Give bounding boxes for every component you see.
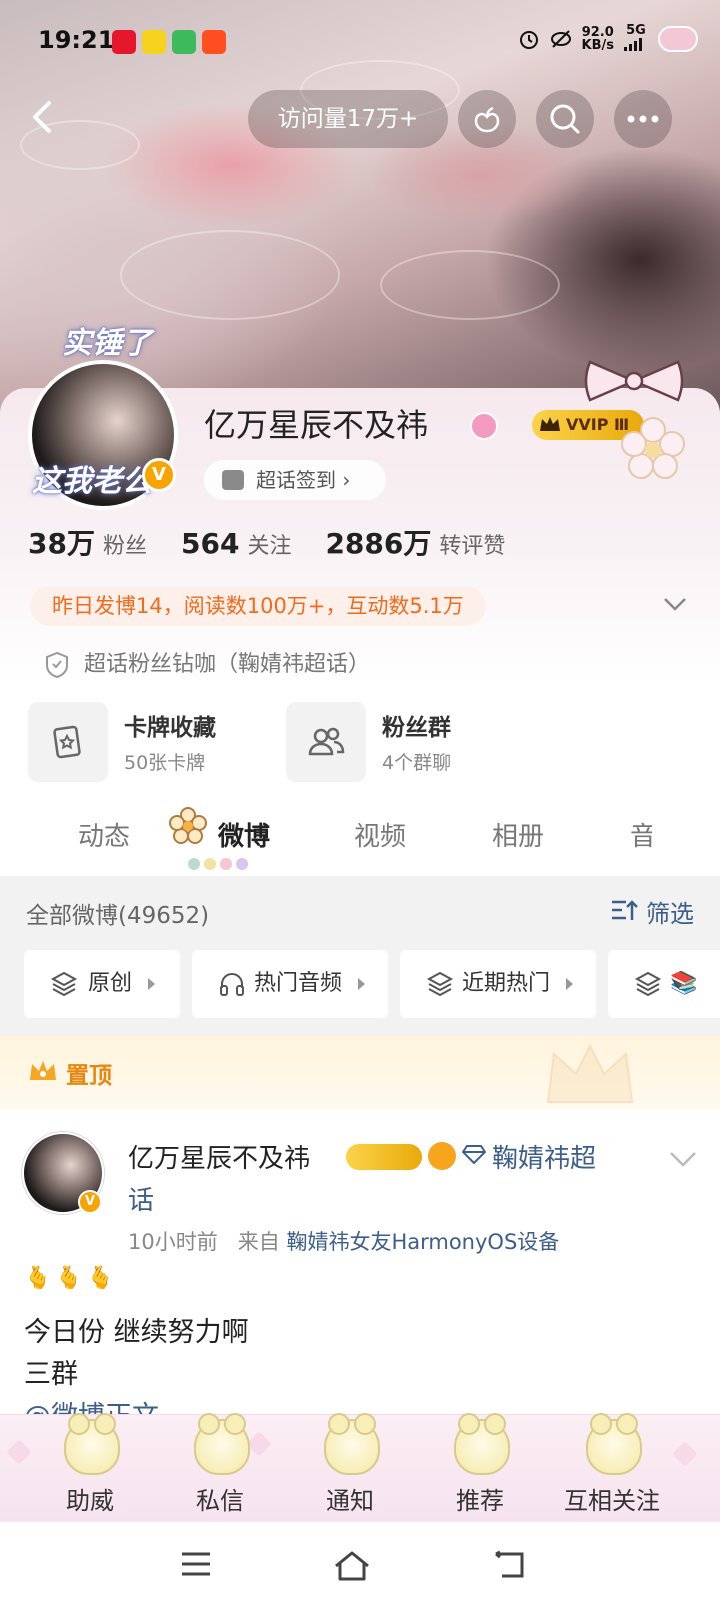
yesterday-summary[interactable]: 昨日发博14，阅读数100万+，互动数5.1万 <box>30 586 486 626</box>
calendar-icon <box>222 470 244 490</box>
notify-button[interactable]: 通知 <box>290 1413 410 1523</box>
crown-icon <box>30 1061 56 1080</box>
bear-icon <box>454 1413 510 1475</box>
feed-header: 全部微博(49652) 筛选 <box>0 876 720 946</box>
fish-badge-icon[interactable] <box>428 1142 456 1170</box>
stat-reposts-comments-likes[interactable]: 2886万 转评赞 <box>325 522 505 562</box>
post-text-line: 今日份 继续努力啊 <box>24 1317 249 1348</box>
more-icon <box>627 115 659 123</box>
layers-icon <box>426 971 454 997</box>
fan-groups[interactable]: 粉丝群 4个群聊 <box>286 702 526 782</box>
post-author[interactable]: 亿万星辰不及祎 <box>128 1138 310 1175</box>
message-button[interactable]: 私信 <box>160 1413 280 1523</box>
post-emojis: 🫰🫰🫰 <box>24 1266 119 1291</box>
group-icon <box>308 727 345 756</box>
bottom-action-bar: 助威 私信 通知 推荐 互相关注 <box>0 1413 720 1523</box>
post-card[interactable]: V 亿万星辰不及祎 鞠婧祎超 话 10小时前 来自 鞠婧祎女友HarmonyOS… <box>0 1110 720 1414</box>
tab-videos[interactable]: 视频 <box>354 816 406 853</box>
profile-stats: 38万 粉丝 564 关注 2886万 转评赞 <box>28 522 505 562</box>
status-time: 19:21 <box>38 26 115 54</box>
bilibili-tv-icon <box>142 30 166 54</box>
tab-audio[interactable]: 音 <box>630 816 652 853</box>
home-icon[interactable] <box>332 1550 372 1582</box>
bear-icon <box>324 1413 380 1475</box>
weibo-icon <box>112 30 136 54</box>
search-icon <box>550 104 580 134</box>
bear-icon <box>64 1413 120 1475</box>
profile-username: 亿万星辰不及祎 <box>204 406 429 444</box>
profile-tabs: 动态 微博 视频 相册 音 <box>0 800 720 876</box>
superfan-title[interactable]: 超话粉丝钻咖（鞠婧祎超话） <box>44 648 370 682</box>
post-meta: 10小时前 来自 鞠婧祎女友HarmonyOS设备 <box>128 1230 560 1254</box>
post-text-link[interactable]: @微博正文 <box>24 1394 159 1414</box>
crown-decoration-icon <box>546 1043 634 1103</box>
chevron-down-icon[interactable] <box>662 594 688 614</box>
back-nav-icon[interactable] <box>492 1550 526 1580</box>
system-nav-bar <box>0 1522 720 1608</box>
bear-icon <box>586 1413 642 1475</box>
supertopic-checkin-button[interactable]: 超话签到 › <box>204 460 386 500</box>
post-supertopic[interactable]: 鞠婧祎超 <box>462 1138 596 1175</box>
tab-weibo[interactable]: 微博 <box>218 816 270 853</box>
diamond-icon <box>462 1145 486 1164</box>
peach-gift-icon <box>474 106 500 133</box>
status-bar: 19:21 92.0 KB/s 5G <box>0 0 720 78</box>
verified-badge: V <box>78 1190 102 1214</box>
visits-counter[interactable]: 访问量17万+ <box>248 90 448 148</box>
chevron-down-icon[interactable] <box>668 1150 698 1168</box>
battery-icon <box>658 26 698 52</box>
bow-decoration-icon <box>584 360 684 402</box>
more-button[interactable] <box>614 90 672 148</box>
post-source[interactable]: 鞠婧祎女友HarmonyOS设备 <box>286 1230 559 1254</box>
filter-chips: 原创 热门音频 近期热门 📚 <box>0 950 720 1018</box>
search-button[interactable] <box>536 90 594 148</box>
no-disturb-icon <box>550 30 571 48</box>
pinned-label: 置顶 <box>66 1063 112 1089</box>
crown-icon <box>540 417 560 431</box>
vip-level-badge[interactable] <box>346 1144 422 1170</box>
mutual-follow-button[interactable]: 互相关注 <box>552 1413 672 1523</box>
tab-indicator <box>188 858 248 870</box>
all-posts-count: 全部微博(49652) <box>26 903 210 929</box>
tab-albums[interactable]: 相册 <box>492 816 544 853</box>
menu-icon[interactable] <box>180 1550 212 1578</box>
chip-partial[interactable]: 📚 <box>608 950 720 1018</box>
filter-button[interactable]: 筛选 <box>610 894 694 929</box>
video-app-icon <box>172 30 196 54</box>
signal-5g: 5G <box>624 24 648 54</box>
shopping-app-icon <box>202 30 226 54</box>
layers-icon <box>634 971 662 997</box>
net-speed: 92.0 KB/s <box>581 25 614 53</box>
flower-decoration-icon <box>621 417 685 479</box>
avatar-caption-top: 实锤了 <box>62 326 152 361</box>
card-icon <box>53 725 81 759</box>
pinned-header: 置顶 <box>0 1036 720 1110</box>
back-icon[interactable] <box>22 95 66 139</box>
bear-icon <box>194 1413 250 1475</box>
cheer-button[interactable]: 助威 <box>30 1413 150 1523</box>
layers-icon <box>50 971 78 997</box>
chip-recent-hot[interactable]: 近期热门 <box>400 950 596 1018</box>
stat-following[interactable]: 564 关注 <box>181 527 291 560</box>
post-text-line: 三群 <box>24 1359 78 1390</box>
post-supertopic-cont[interactable]: 话 <box>128 1180 154 1217</box>
headphones-icon <box>220 973 244 996</box>
card-collection[interactable]: 卡牌收藏 50张卡牌 <box>28 702 268 782</box>
stat-followers[interactable]: 38万 粉丝 <box>28 522 147 562</box>
chip-original[interactable]: 原创 <box>24 950 180 1018</box>
tab-dynamics[interactable]: 动态 <box>78 816 130 853</box>
chip-hot-audio[interactable]: 热门音频 <box>192 950 388 1018</box>
member-status-icon[interactable] <box>470 412 498 440</box>
flower-tab-icon <box>169 807 207 844</box>
filter-icon <box>612 900 638 920</box>
gift-button[interactable] <box>458 90 516 148</box>
recommend-button[interactable]: 推荐 <box>420 1413 540 1523</box>
avatar-caption-bottom: 这我老公 <box>32 464 152 499</box>
shield-icon <box>46 651 68 679</box>
alarm-icon <box>519 31 538 49</box>
verified-badge: V <box>142 458 176 492</box>
